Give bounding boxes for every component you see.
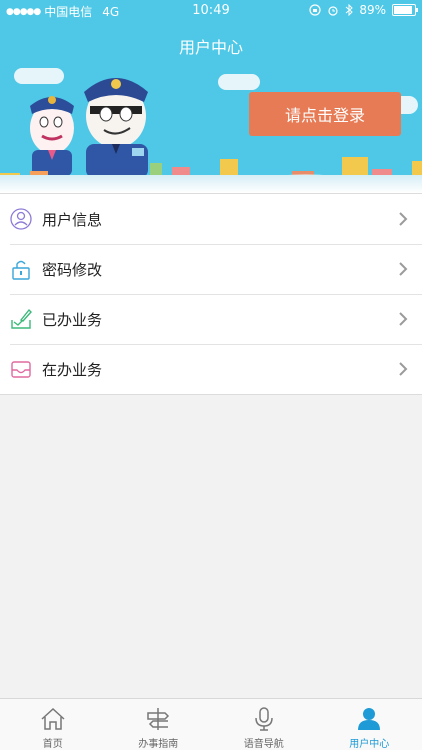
alarm-icon <box>328 6 338 16</box>
user-icon <box>10 208 32 230</box>
battery-percent: 89% <box>359 3 386 17</box>
menu-item-user-info[interactable]: 用户信息 <box>0 194 422 244</box>
tab-label: 语音导航 <box>243 739 284 750</box>
tab-label: 办事指南 <box>138 739 179 750</box>
tab-label: 用户中心 <box>349 739 390 750</box>
tab-user-center[interactable]: 用户中心 <box>317 699 422 750</box>
chevron-right-icon <box>399 312 408 326</box>
lock-icon <box>10 258 32 280</box>
microphone-icon <box>250 705 278 733</box>
tab-label: 首页 <box>42 739 63 750</box>
status-right: 89% <box>309 3 418 17</box>
menu-item-pending-business[interactable]: 在办业务 <box>0 344 422 394</box>
menu-item-label: 已办业务 <box>42 310 103 329</box>
cloud-decoration <box>218 74 260 90</box>
header-banner: ●●●●● 中国电信 4G 10:49 89% 用户中心 请点击登录 <box>0 0 422 193</box>
chevron-right-icon <box>399 362 408 376</box>
bluetooth-icon <box>346 4 354 16</box>
bottom-tab-bar: 首页 办事指南 语音导航 用户中心 <box>0 698 422 750</box>
person-icon <box>355 705 383 733</box>
tab-service-guide[interactable]: 办事指南 <box>106 699 212 750</box>
chevron-right-icon <box>399 262 408 276</box>
page-title: 用户中心 <box>178 38 243 57</box>
menu-item-label: 用户信息 <box>42 210 103 229</box>
menu-item-label: 在办业务 <box>42 360 103 379</box>
tab-home[interactable]: 首页 <box>0 699 106 750</box>
tab-voice-navigation[interactable]: 语音导航 <box>211 699 317 750</box>
chevron-right-icon <box>399 212 408 226</box>
home-icon <box>39 705 67 733</box>
user-menu-list: 用户信息 密码修改 已办业务 在办业务 <box>0 193 422 395</box>
signpost-icon <box>144 705 172 733</box>
menu-item-completed-business[interactable]: 已办业务 <box>0 294 422 344</box>
status-bar: ●●●●● 中国电信 4G 10:49 89% <box>0 0 422 22</box>
edit-icon <box>10 308 32 330</box>
login-button[interactable]: 请点击登录 <box>249 92 401 136</box>
menu-item-change-password[interactable]: 密码修改 <box>0 244 422 294</box>
orientation-lock-icon <box>309 4 321 16</box>
battery-icon <box>392 4 418 16</box>
header-bottom-fade <box>0 175 422 193</box>
inbox-icon <box>10 358 32 380</box>
menu-item-label: 密码修改 <box>42 260 103 279</box>
